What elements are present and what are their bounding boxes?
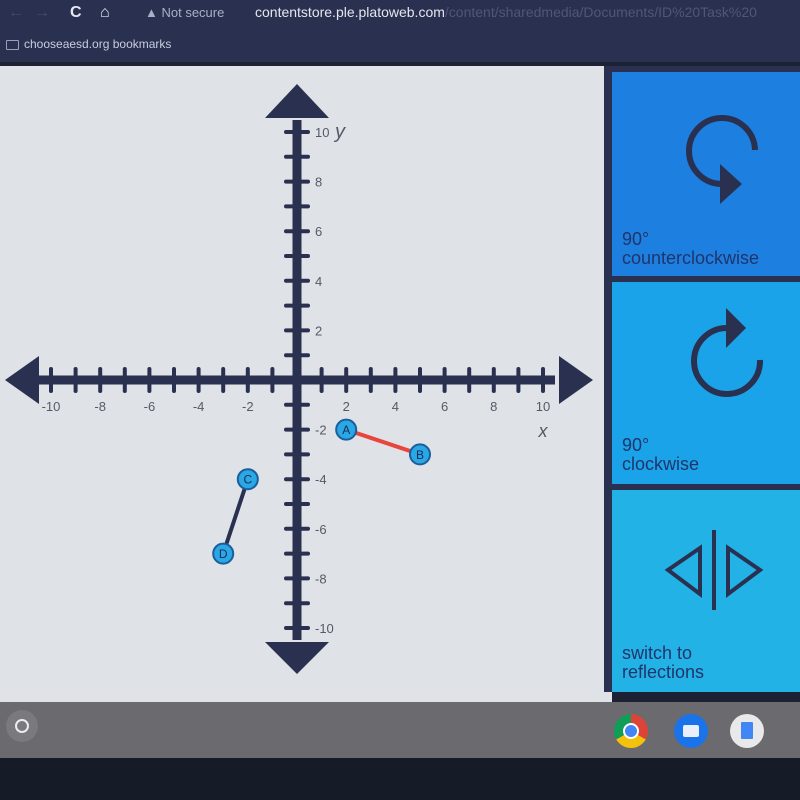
y-axis-up-arrow: [265, 84, 329, 118]
forward-button[interactable]: →: [34, 4, 50, 22]
home-button[interactable]: ⌂: [100, 4, 110, 22]
y-tick-label: -6: [315, 522, 327, 537]
x-tick-label: 4: [392, 399, 399, 414]
bookmark-folder[interactable]: chooseaesd.org bookmarks: [24, 37, 171, 51]
reload-button[interactable]: C: [70, 4, 82, 22]
x-tick-label: 2: [343, 399, 350, 414]
switch-to-reflections-button[interactable]: switch to reflections: [612, 484, 800, 692]
y-tick-label: 6: [315, 224, 322, 239]
y-tick-label: 8: [315, 175, 322, 190]
x-tick-label: 10: [536, 399, 550, 414]
url-host: contentstore.ple.platoweb.com: [255, 4, 445, 20]
segment-AB: [345, 427, 421, 457]
point-label-A: A: [342, 423, 350, 437]
tool-label-line2: reflections: [622, 662, 705, 682]
segment-CD: [221, 478, 250, 555]
x-tick-label: -10: [42, 399, 61, 414]
url-path: /content/sharedmedia/Documents/ID%20Task…: [444, 4, 757, 20]
folder-icon: [6, 40, 19, 50]
docs-app-icon[interactable]: [730, 714, 764, 748]
rotate-counterclockwise-button[interactable]: 90° counterclockwise: [612, 66, 800, 278]
tool-angle: 90°: [622, 229, 650, 249]
launcher-button[interactable]: [6, 710, 38, 742]
files-app-icon[interactable]: [674, 714, 708, 748]
os-shelf: [0, 702, 800, 758]
y-tick-label: 4: [315, 274, 322, 289]
y-tick-label: -2: [315, 423, 327, 438]
x-tick-label: -6: [144, 399, 156, 414]
point-label-C: C: [243, 473, 252, 487]
y-tick-label: 2: [315, 323, 322, 338]
y-tick-label: 10: [315, 125, 329, 140]
x-tick-label: 6: [441, 399, 448, 414]
back-button[interactable]: ←: [8, 4, 24, 22]
point-label-D: D: [219, 547, 228, 561]
x-tick-label: -4: [193, 399, 205, 414]
graph-area: -10 -8 -6 -4 -2 2 4 6 8 10 10 8 6 4 2 -2 -4 -6 -8 -10 x y A B C D: [0, 66, 612, 702]
point-label-B: B: [416, 448, 424, 462]
x-axis-label: x: [538, 421, 549, 441]
screen-bezel: [0, 758, 800, 800]
tool-angle: 90°: [622, 435, 650, 455]
y-tick-label: -10: [315, 621, 334, 636]
tool-direction: clockwise: [622, 454, 700, 474]
bookmarks-bar: chooseaesd.org bookmarks: [0, 28, 800, 62]
rotate-clockwise-icon: [691, 308, 764, 397]
rotate-clockwise-button[interactable]: 90° clockwise: [612, 276, 800, 484]
coordinate-plane[interactable]: -10 -8 -6 -4 -2 2 4 6 8 10 10 8 6 4 2 -2 -4 -6 -8 -10 x y A B C D: [0, 66, 612, 702]
tool-label-line1: switch to: [622, 643, 693, 663]
y-tick-label: -8: [315, 571, 327, 586]
rotate-counterclockwise-icon: [686, 115, 758, 204]
x-axis-left-arrow: [5, 356, 39, 404]
y-tick-label: -4: [315, 472, 327, 487]
browser-toolbar: ← → C ⌂ ▲ Not secure contentstore.ple.pl…: [0, 0, 800, 28]
x-tick-label: 8: [490, 399, 497, 414]
y-axis-down-arrow: [265, 642, 329, 674]
x-axis-right-arrow: [559, 356, 593, 404]
tool-direction: counterclockwise: [622, 248, 760, 268]
address-bar[interactable]: contentstore.ple.platoweb.com/content/sh…: [255, 4, 757, 20]
x-tick-label: -2: [242, 399, 254, 414]
x-tick-label: -8: [94, 399, 106, 414]
security-indicator[interactable]: ▲ Not secure: [145, 5, 224, 20]
y-axis-label: y: [333, 121, 346, 143]
transform-panel: 90° counterclockwise 90° clockwise switch …: [604, 66, 800, 692]
reflection-icon: [664, 530, 764, 610]
chrome-app-icon[interactable]: [614, 714, 648, 748]
